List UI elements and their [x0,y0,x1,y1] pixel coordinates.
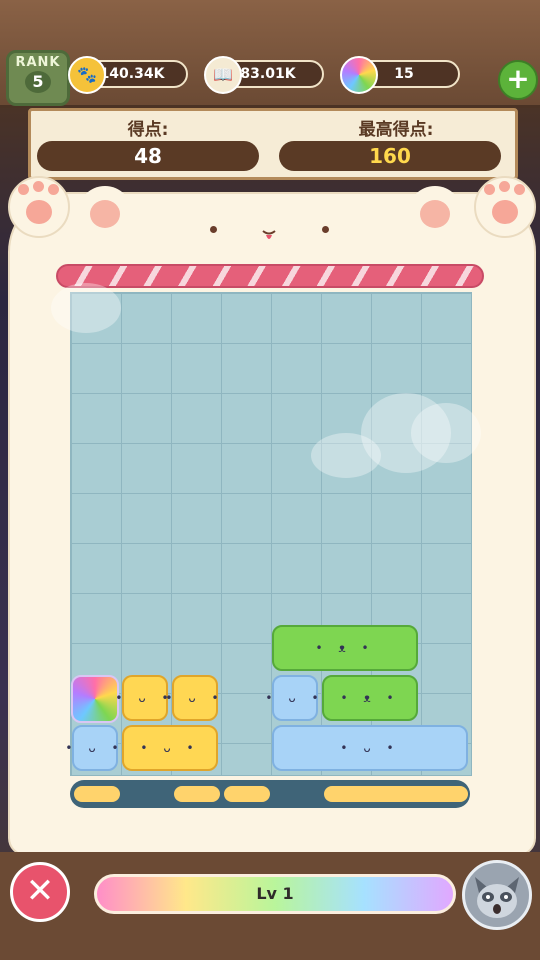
paw-coin-icon: 🐾 [68,56,106,94]
yellow-cat-block[interactable]: • ᴗ • [165,675,219,721]
score-label: 得点: [127,120,169,140]
blue-cat-block[interactable]: • ᴗ • [65,725,119,771]
score-board: 得点: 最高得点: 48 160 [28,108,518,180]
candy-stripe-bar [56,264,484,288]
book-icon: 📖 [204,56,242,94]
best-score-value: 160 [279,141,501,171]
green-block-2wide[interactable]: • ᴥ • [322,675,418,721]
next-row-preview [70,780,470,808]
candy-counter[interactable]: 15 [340,56,460,94]
book-counter[interactable]: 📖 83.01K [204,56,324,94]
rank-badge[interactable]: RANK 5 [6,50,70,106]
close-button[interactable]: ✕ [10,862,70,922]
cat-eye-left [210,226,217,233]
candy-icon [340,56,378,94]
raccoon-face-icon [475,877,519,918]
right-paw-icon [474,176,536,238]
cat-avatar-icon[interactable] [462,860,532,930]
coin-counter[interactable]: 🐾 140.34K [68,56,188,94]
preview-segment [174,786,220,802]
cat-eye-right [322,226,329,233]
cloud-decoration [51,283,121,333]
yellow-block-2wide[interactable]: • ᴗ • [122,725,218,771]
rainbow-candy-block[interactable] [71,675,119,723]
yellow-cat-block[interactable]: • ᴗ • [115,675,169,721]
rank-value: 5 [25,71,51,93]
level-label: Lv 1 [256,884,294,903]
preview-segment [74,786,120,802]
book-value: 83.01K [240,66,296,82]
candy-value: 15 [394,66,414,82]
coin-value: 140.34K [99,66,165,82]
cloud-decoration [411,403,481,463]
preview-segment [324,786,468,802]
rank-label: RANK [15,55,61,70]
green-block-3wide[interactable]: • ᴥ • [272,625,418,671]
blue-block-4wide[interactable]: • ᴗ • [272,725,468,771]
right-ear [408,186,462,240]
score-value: 48 [37,141,259,171]
cat-mouth-icon [262,230,276,239]
left-ear [78,186,132,240]
left-paw-icon [8,176,70,238]
blue-cat-block[interactable]: • ᴗ • [265,675,319,721]
level-progress-bar: Lv 1 [94,874,456,914]
add-currency-button[interactable]: + [498,60,538,100]
preview-segment [224,786,270,802]
best-score-label: 最高得点: [358,120,434,140]
